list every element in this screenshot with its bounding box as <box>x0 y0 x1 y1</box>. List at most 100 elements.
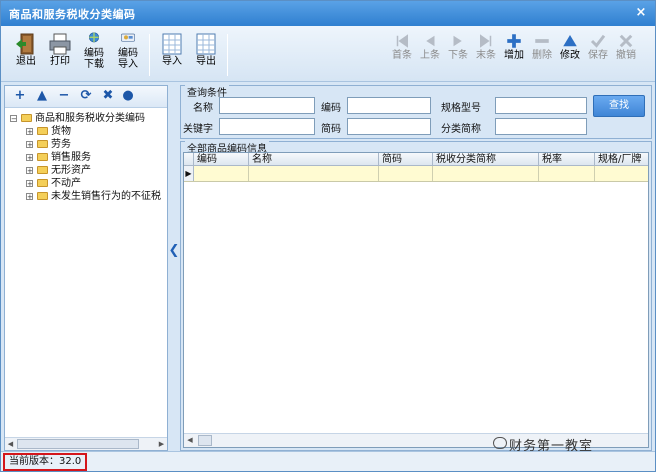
table-cell[interactable] <box>249 166 379 181</box>
prev-record-icon <box>426 35 435 47</box>
table-cell[interactable] <box>595 166 648 181</box>
collapse-toggle-icon[interactable]: − <box>10 115 17 123</box>
undo-label: 撤销 <box>616 50 636 61</box>
tree-expand-icon[interactable]: ✖ <box>101 89 115 103</box>
main-toolbar: 退出 打印 编码 下载 编码 导入 导入 导出 首条 上条 下条 末条 增加 删… <box>1 26 655 82</box>
short-code-input[interactable] <box>347 118 431 135</box>
table-cell[interactable] <box>379 166 433 181</box>
scroll-thumb[interactable] <box>198 435 212 446</box>
close-button[interactable]: × <box>633 5 649 21</box>
code-download-label2: 下载 <box>84 59 104 70</box>
column-header-short-code[interactable]: 简码 <box>379 153 433 166</box>
column-header-name[interactable]: 名称 <box>249 153 379 166</box>
folder-icon <box>37 192 48 200</box>
toolbar-separator <box>227 34 228 76</box>
toolbar-separator <box>149 34 150 76</box>
tree-item-services[interactable]: + 销售服务 <box>7 151 165 164</box>
query-panel: 查询条件 名称 编码 规格型号 关键字 简码 分类简称 查找 <box>180 84 652 139</box>
column-header-tax-category[interactable]: 税收分类简称 <box>433 153 539 166</box>
folder-icon <box>37 166 48 174</box>
code-label: 编码 <box>321 103 341 114</box>
expand-toggle-icon[interactable]: + <box>26 180 33 188</box>
column-header-tax-rate[interactable]: 税率 <box>539 153 595 166</box>
code-download-label1: 编码 <box>84 48 104 59</box>
tree-item-nontaxable[interactable]: + 未发生销售行为的不征税 <box>7 190 165 203</box>
undo-button[interactable]: 撤销 <box>609 32 643 80</box>
name-label: 名称 <box>193 103 213 114</box>
cross-icon <box>619 34 633 48</box>
search-button[interactable]: 查找 <box>593 95 645 117</box>
tree-item-intangible[interactable]: + 无形资产 <box>7 164 165 177</box>
code-download-button[interactable]: 编码 下载 <box>77 32 111 80</box>
tree-remove-icon[interactable]: − <box>57 89 71 103</box>
keyword-input[interactable] <box>219 118 315 135</box>
tree-item-label: 劳务 <box>51 139 71 150</box>
next-record-icon <box>453 35 462 47</box>
category-tree: − 商品和服务税收分类编码 + 货物 + 劳务 + 销售服务 + 无形资产 + … <box>7 112 165 203</box>
tree-root-label: 商品和服务税收分类编码 <box>35 113 145 124</box>
expand-toggle-icon[interactable]: + <box>26 128 33 136</box>
title-bar: 商品和服务税收分类编码 × <box>1 1 655 26</box>
table-cell[interactable] <box>539 166 595 181</box>
expand-toggle-icon[interactable]: + <box>26 141 33 149</box>
short-code-label: 简码 <box>321 124 341 135</box>
row-header-corner <box>184 153 194 166</box>
printer-icon <box>49 33 71 55</box>
wechat-logo-icon <box>493 437 507 449</box>
tree-up-icon[interactable]: ▲ <box>35 89 49 103</box>
column-header-code[interactable]: 编码 <box>194 153 249 166</box>
scroll-thumb[interactable] <box>17 439 139 449</box>
table-row[interactable]: ▶ <box>184 166 648 182</box>
expand-toggle-icon[interactable]: + <box>26 154 33 162</box>
folder-icon <box>37 127 48 135</box>
keyword-label: 关键字 <box>183 124 213 135</box>
tree-horizontal-scrollbar[interactable]: ◀ ▶ <box>5 437 167 450</box>
edit-triangle-icon <box>563 35 577 47</box>
table-header: 编码 名称 简码 税收分类简称 税率 规格/厂牌 <box>184 153 648 166</box>
folder-icon <box>37 179 48 187</box>
expand-toggle-icon[interactable]: + <box>26 193 33 201</box>
scroll-left-icon[interactable]: ◀ <box>5 438 16 450</box>
code-import-label2: 导入 <box>118 59 138 70</box>
expand-toggle-icon[interactable]: + <box>26 167 33 175</box>
tree-settings-icon[interactable]: ● <box>121 89 135 103</box>
scroll-left-icon[interactable]: ◀ <box>184 434 196 447</box>
tree-item-label: 销售服务 <box>51 152 91 163</box>
check-icon <box>590 34 606 48</box>
tree-item-realestate[interactable]: + 不动产 <box>7 177 165 190</box>
window-title: 商品和服务税收分类编码 <box>9 8 136 21</box>
globe-download-icon <box>89 32 99 43</box>
tree-item-labor[interactable]: + 劳务 <box>7 138 165 151</box>
category-short-label: 分类简称 <box>441 124 481 135</box>
print-button[interactable]: 打印 <box>43 32 77 80</box>
folder-icon <box>37 153 48 161</box>
version-label: 当前版本：32.0 <box>3 453 88 471</box>
minus-icon <box>535 39 549 43</box>
spec-label: 规格型号 <box>441 103 481 114</box>
code-table[interactable]: 编码 名称 简码 税收分类简称 税率 规格/厂牌 ▶ ◀ <box>183 152 649 448</box>
print-label: 打印 <box>50 56 70 67</box>
status-bar: 当前版本：32.0 <box>1 451 655 471</box>
table-cell[interactable] <box>433 166 539 181</box>
table-cell[interactable] <box>194 166 249 181</box>
name-input[interactable] <box>219 97 315 114</box>
tree-item-label: 未发生销售行为的不征税 <box>51 191 161 202</box>
column-header-spec-brand[interactable]: 规格/厂牌 <box>595 153 648 166</box>
category-short-input[interactable] <box>495 118 587 135</box>
export-button[interactable]: 导出 <box>189 32 223 80</box>
tree-add-icon[interactable]: + <box>13 89 27 103</box>
import-label: 导入 <box>162 56 182 67</box>
tree-root[interactable]: − 商品和服务税收分类编码 <box>7 112 165 125</box>
scroll-right-icon[interactable]: ▶ <box>156 438 167 450</box>
spec-input[interactable] <box>495 97 587 114</box>
tree-item-goods[interactable]: + 货物 <box>7 125 165 138</box>
import-button[interactable]: 导入 <box>155 32 189 80</box>
folder-icon <box>37 140 48 148</box>
first-record-icon <box>396 34 408 48</box>
tree-refresh-icon[interactable]: ⟳ <box>79 89 93 103</box>
spreadsheet-export-icon <box>196 33 216 55</box>
code-import-button[interactable]: 编码 导入 <box>111 32 145 80</box>
code-input[interactable] <box>347 97 431 114</box>
collapse-panel-icon[interactable]: ❮ <box>168 241 180 261</box>
exit-button[interactable]: 退出 <box>9 32 43 80</box>
